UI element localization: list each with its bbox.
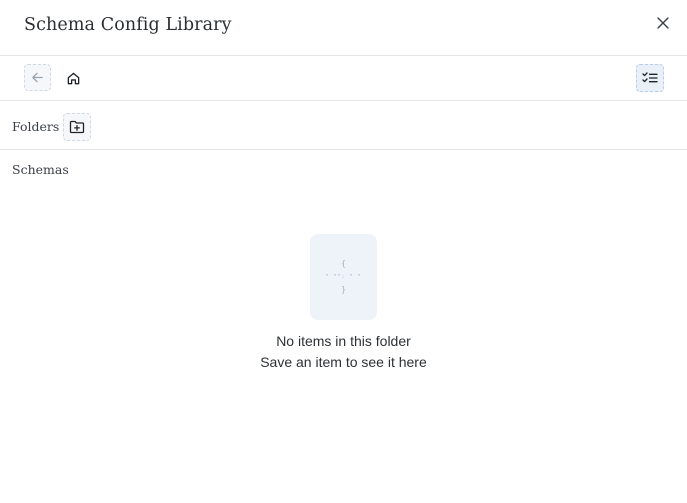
folders-section: Folders bbox=[0, 101, 687, 150]
new-folder-button[interactable] bbox=[63, 113, 91, 141]
empty-state-subtitle: Save an item to see it here bbox=[260, 354, 427, 370]
checklist-icon bbox=[642, 72, 658, 83]
json-brace-open: { bbox=[341, 259, 346, 268]
select-mode-button[interactable] bbox=[636, 64, 664, 92]
json-brace-close: } bbox=[341, 285, 346, 294]
navigation-toolbar bbox=[0, 56, 687, 101]
dialog-title: Schema Config Library bbox=[24, 15, 232, 35]
home-icon bbox=[67, 72, 79, 84]
folder-plus-icon bbox=[69, 120, 85, 134]
dialog-header: Schema Config Library bbox=[0, 0, 687, 56]
json-body: " "": " " bbox=[325, 274, 362, 280]
folders-label: Folders bbox=[12, 119, 60, 134]
close-button[interactable] bbox=[654, 14, 672, 32]
close-icon bbox=[657, 17, 669, 29]
schemas-label: Schemas bbox=[12, 162, 69, 177]
back-button[interactable] bbox=[24, 64, 51, 91]
json-file-icon: { " "": " " } bbox=[310, 234, 377, 320]
arrow-left-icon bbox=[32, 72, 43, 83]
home-button[interactable] bbox=[63, 68, 83, 88]
empty-state-title: No items in this folder bbox=[276, 333, 411, 349]
